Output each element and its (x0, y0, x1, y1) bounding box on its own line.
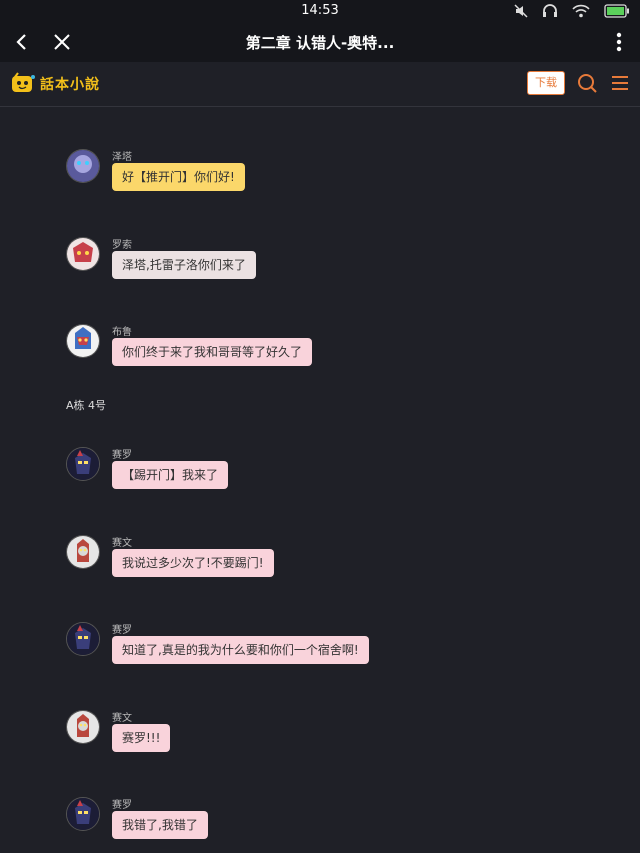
character-avatar-icon (67, 448, 99, 480)
avatar[interactable] (66, 447, 100, 481)
speaker-name: 赛罗 (112, 450, 132, 461)
mute-icon (514, 4, 528, 18)
character-avatar-icon (67, 150, 99, 182)
menu-icon[interactable] (610, 73, 630, 93)
avatar[interactable] (66, 710, 100, 744)
message-bubble: 赛罗!!! (112, 724, 171, 752)
speaker-name: 赛罗 (112, 800, 132, 811)
speaker-name: 泽塔 (112, 152, 132, 163)
download-button[interactable]: 下载 (527, 71, 565, 95)
character-avatar-icon (67, 325, 99, 357)
page-title: 第二章 认错人-奥特... (245, 34, 395, 52)
scene-label: A栋 4号 (66, 399, 107, 412)
character-avatar-icon (67, 536, 99, 568)
message-bubble: 知道了,真是的我为什么要和你们一个宿舍啊! (112, 636, 369, 664)
message-bubble: 我说过多少次了!不要踢门! (112, 549, 274, 577)
character-avatar-icon (67, 238, 99, 270)
speaker-name: 赛文 (112, 538, 132, 549)
character-avatar-icon (67, 798, 99, 830)
avatar[interactable] (66, 149, 100, 183)
message-bubble: 你们终于来了我和哥哥等了好久了 (112, 338, 313, 366)
headphones-icon (543, 4, 557, 17)
battery-icon (604, 4, 629, 18)
search-icon[interactable] (576, 72, 598, 94)
logo-mascot-icon (12, 72, 35, 92)
avatar[interactable] (66, 622, 100, 656)
speaker-name: 赛罗 (112, 625, 132, 636)
wifi-icon (572, 4, 590, 18)
character-avatar-icon (67, 623, 99, 655)
speaker-name: 布鲁 (112, 327, 132, 338)
title-bar: 第二章 认错人-奥特... (0, 22, 640, 62)
avatar[interactable] (66, 324, 100, 358)
character-avatar-icon (67, 711, 99, 743)
avatar[interactable] (66, 237, 100, 271)
app-header: 話本小說 下载 (0, 62, 640, 107)
more-options-icon[interactable] (614, 30, 624, 54)
avatar[interactable] (66, 535, 100, 569)
speaker-name: 罗索 (112, 240, 132, 251)
status-bar: 14:53 (0, 0, 640, 22)
status-icons (514, 3, 630, 19)
avatar[interactable] (66, 797, 100, 831)
message-bubble: 好【推开门】你们好! (112, 163, 245, 191)
message-bubble: 泽塔,托雷子洛你们来了 (112, 251, 256, 279)
message-bubble: 我错了,我错了 (112, 811, 208, 839)
message-bubble: 【踢开门】我来了 (112, 461, 229, 489)
logo-text: 話本小說 (40, 77, 100, 93)
app-logo[interactable]: 話本小說 (10, 70, 100, 98)
speaker-name: 赛文 (112, 713, 132, 724)
